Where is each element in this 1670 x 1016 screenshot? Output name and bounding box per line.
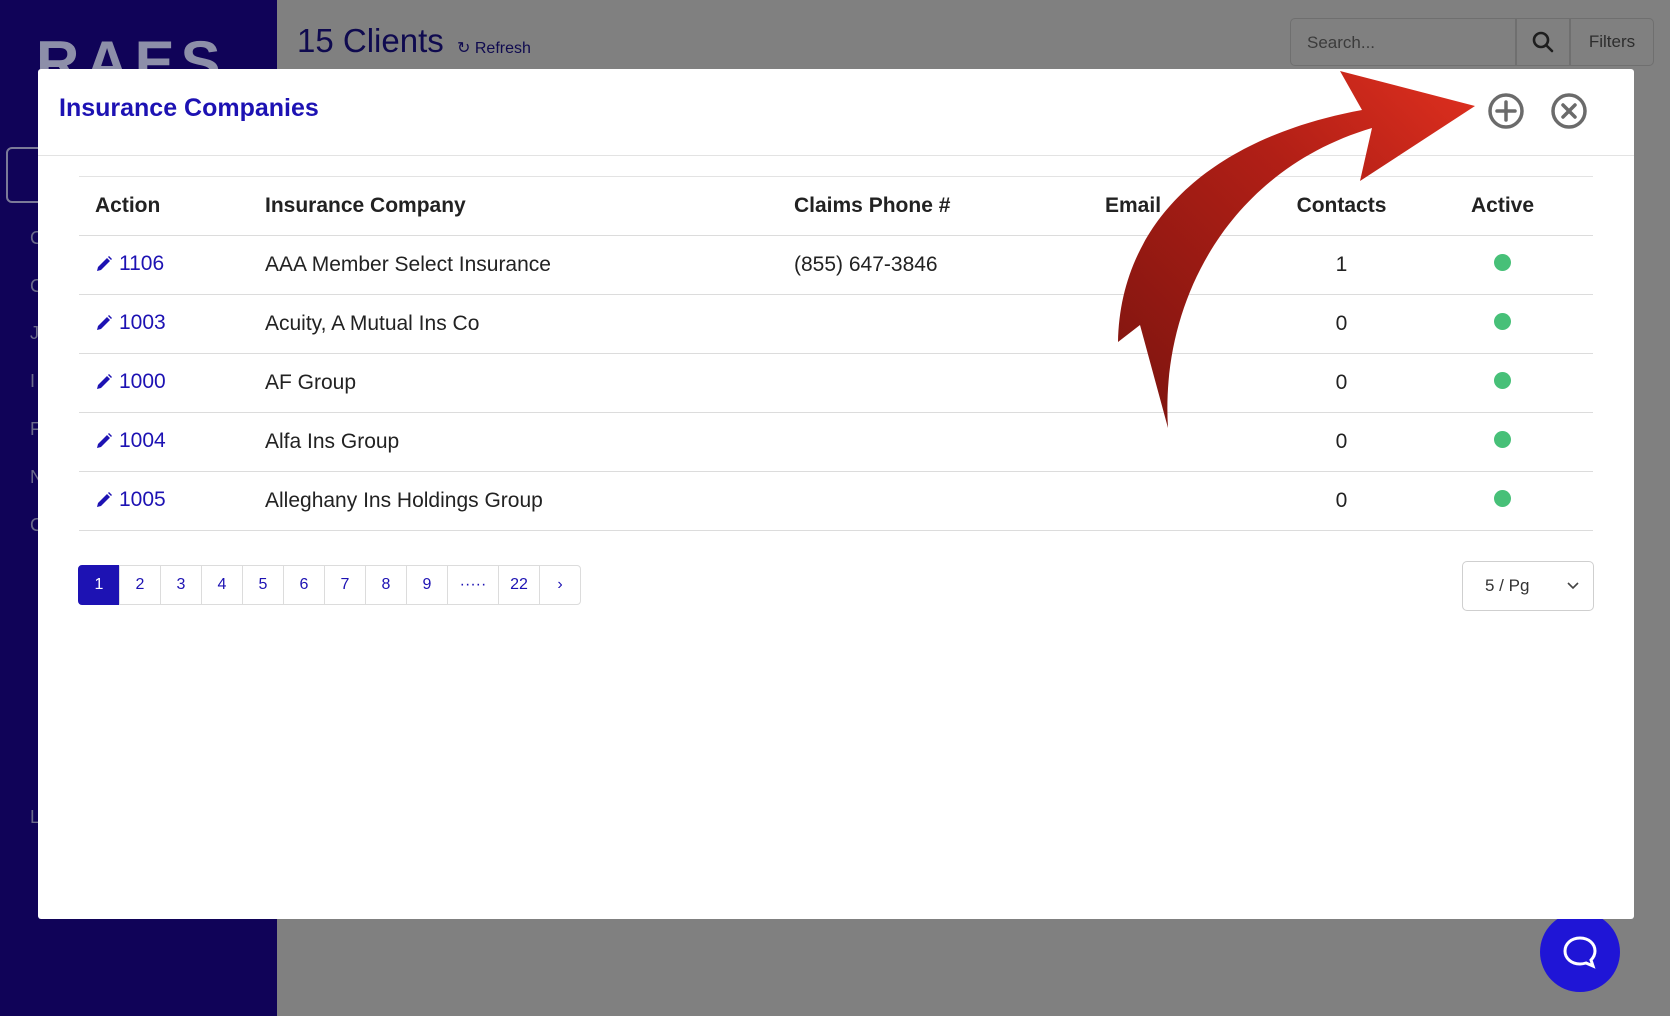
active-cell: [1412, 412, 1593, 472]
action-cell: 1004: [79, 412, 249, 472]
page-button[interactable]: 1: [78, 565, 120, 605]
refresh-icon: ↻: [457, 40, 471, 57]
edit-link[interactable]: 1005: [95, 488, 166, 512]
company-cell: Alleghany Ins Holdings Group: [249, 471, 778, 531]
chat-button[interactable]: [1540, 912, 1620, 992]
phone-cell: [778, 294, 1089, 354]
pencil-icon: [97, 314, 112, 330]
pencil-icon: [97, 432, 112, 448]
company-cell: AF Group: [249, 353, 778, 413]
active-status-dot: [1494, 431, 1511, 448]
table-row: 1004 Alfa Ins Group 0: [79, 412, 1593, 472]
refresh-button[interactable]: ↻ Refresh: [457, 38, 531, 58]
active-cell: [1412, 294, 1593, 354]
phone-cell: [778, 353, 1089, 413]
email-cell: [1089, 235, 1271, 295]
action-cell: 1005: [79, 471, 249, 531]
email-cell: [1089, 353, 1271, 413]
page-button[interactable]: 6: [283, 565, 325, 605]
insurance-companies-modal: Insurance Companies Action Insurance Com…: [38, 69, 1634, 919]
pencil-icon: [97, 255, 112, 271]
record-id: 1005: [119, 487, 166, 511]
close-circle-icon: [1551, 93, 1587, 129]
pencil-icon: [97, 491, 112, 507]
sidebar-item[interactable]: I: [30, 371, 35, 392]
email-cell: [1089, 412, 1271, 472]
record-id: 1004: [119, 428, 166, 452]
active-status-dot: [1494, 254, 1511, 271]
contacts-cell: 0: [1271, 353, 1412, 413]
chevron-down-icon: [1567, 582, 1579, 590]
page-button[interactable]: ·····: [447, 565, 499, 605]
phone-cell: [778, 471, 1089, 531]
page-button[interactable]: 8: [365, 565, 407, 605]
edit-link[interactable]: 1000: [95, 370, 166, 394]
company-cell: Alfa Ins Group: [249, 412, 778, 472]
contacts-cell: 0: [1271, 471, 1412, 531]
active-cell: [1412, 471, 1593, 531]
table-row: 1003 Acuity, A Mutual Ins Co 0: [79, 294, 1593, 354]
edit-link[interactable]: 1106: [95, 252, 164, 276]
action-cell: 1003: [79, 294, 249, 354]
record-id: 1000: [119, 369, 166, 393]
insurance-table: Action Insurance Company Claims Phone # …: [79, 176, 1593, 531]
active-cell: [1412, 353, 1593, 413]
column-header-action[interactable]: Action: [79, 176, 249, 236]
email-cell: [1089, 294, 1271, 354]
action-cell: 1106: [79, 235, 249, 295]
page-button[interactable]: 2: [119, 565, 161, 605]
record-id: 1106: [119, 251, 165, 275]
column-header-company[interactable]: Insurance Company: [249, 176, 778, 236]
active-status-dot: [1494, 490, 1511, 507]
page-button[interactable]: 3: [160, 565, 202, 605]
column-header-phone[interactable]: Claims Phone #: [778, 176, 1089, 236]
phone-cell: (855) 647-3846: [778, 235, 1089, 295]
filters-button[interactable]: Filters: [1570, 18, 1654, 66]
column-header-email[interactable]: Email: [1089, 176, 1271, 236]
page-title: 15 Clients: [297, 22, 444, 59]
contacts-cell: 0: [1271, 412, 1412, 472]
search-icon: [1532, 31, 1554, 53]
close-button[interactable]: [1549, 91, 1589, 131]
search-button[interactable]: [1516, 18, 1570, 66]
add-button[interactable]: [1486, 91, 1526, 131]
table-header-row: Action Insurance Company Claims Phone # …: [79, 176, 1593, 236]
table-row: 1005 Alleghany Ins Holdings Group 0: [79, 471, 1593, 531]
modal-title: Insurance Companies: [59, 94, 319, 122]
modal-header: Insurance Companies: [38, 69, 1634, 156]
refresh-label: Refresh: [474, 40, 531, 57]
table-row: 1106 AAA Member Select Insurance (855) 6…: [79, 235, 1593, 295]
active-cell: [1412, 235, 1593, 295]
next-page-button[interactable]: ›: [539, 565, 581, 605]
per-page-value: 5 / Pg: [1485, 576, 1530, 595]
column-header-contacts[interactable]: Contacts: [1271, 176, 1412, 236]
page-button[interactable]: 7: [324, 565, 366, 605]
column-header-active[interactable]: Active: [1412, 176, 1593, 236]
edit-link[interactable]: 1003: [95, 311, 166, 335]
add-circle-icon: [1488, 93, 1524, 129]
contacts-cell: 1: [1271, 235, 1412, 295]
chat-icon: [1563, 936, 1597, 969]
search-input[interactable]: Search...: [1290, 18, 1516, 66]
edit-link[interactable]: 1004: [95, 429, 166, 453]
pencil-icon: [97, 373, 112, 389]
company-cell: AAA Member Select Insurance: [249, 235, 778, 295]
pagination: 1 2 3 4 5 6 7 8 9 ····· 22 ›: [78, 565, 581, 605]
active-status-dot: [1494, 313, 1511, 330]
email-cell: [1089, 471, 1271, 531]
per-page-select[interactable]: 5 / Pg: [1462, 561, 1594, 611]
phone-cell: [778, 412, 1089, 472]
contacts-cell: 0: [1271, 294, 1412, 354]
page-button[interactable]: 5: [242, 565, 284, 605]
company-cell: Acuity, A Mutual Ins Co: [249, 294, 778, 354]
page-button[interactable]: 22: [498, 565, 540, 605]
page-button[interactable]: 4: [201, 565, 243, 605]
page-button[interactable]: 9: [406, 565, 448, 605]
table-row: 1000 AF Group 0: [79, 353, 1593, 413]
action-cell: 1000: [79, 353, 249, 413]
record-id: 1003: [119, 310, 166, 334]
active-status-dot: [1494, 372, 1511, 389]
